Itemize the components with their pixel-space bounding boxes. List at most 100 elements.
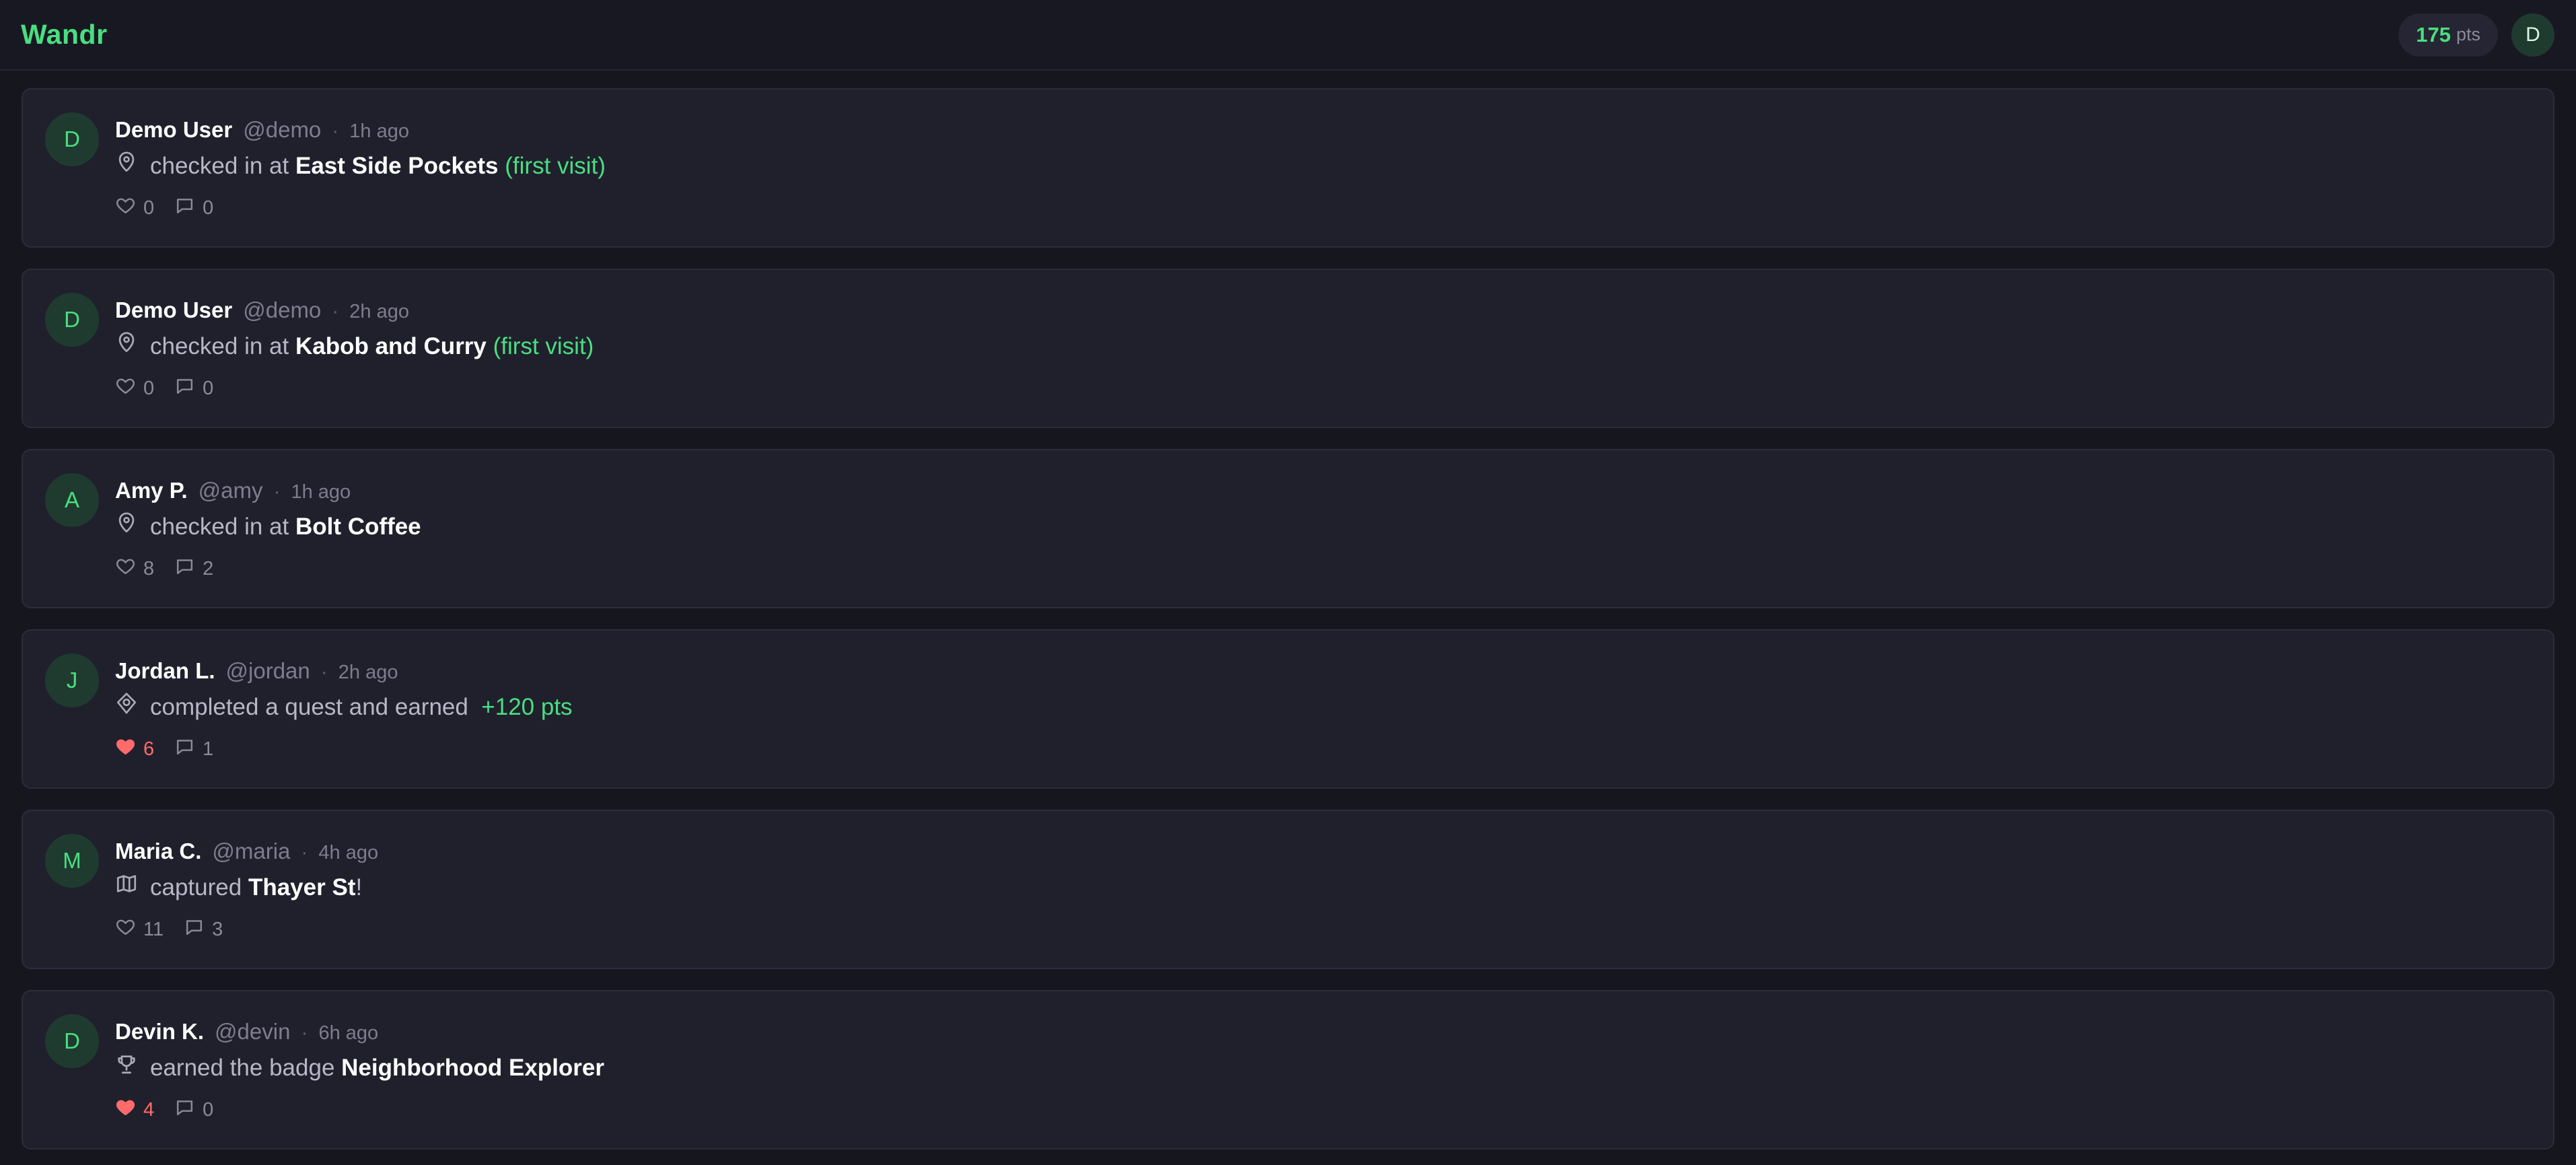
user-name[interactable]: Demo User: [115, 293, 232, 328]
activity-text: captured: [150, 874, 242, 901]
feed-card[interactable]: A Amy P. @amy · 1h ago checked in at Bolt Cof…: [22, 449, 2554, 608]
like-count: 0: [143, 197, 155, 219]
app-logo[interactable]: Wandr: [21, 19, 108, 50]
like-button[interactable]: 8: [115, 556, 154, 582]
points-unit: pts: [2456, 24, 2480, 44]
card-body: Demo User @demo · 1h ago checked in at East …: [115, 112, 2526, 230]
comment-icon: [174, 736, 203, 763]
comment-count: 2: [203, 557, 214, 579]
user-name[interactable]: Jordan L.: [115, 654, 215, 689]
like-count: 0: [143, 377, 155, 399]
activity-highlight[interactable]: Kabob and Curry: [295, 333, 487, 360]
avatar[interactable]: D: [45, 1014, 99, 1068]
feed-card[interactable]: D Devin K. @devin · 6h ago earned the badge N…: [22, 990, 2554, 1150]
activity-text: checked in at: [150, 333, 289, 359]
heart-icon: [115, 376, 143, 402]
post-header: Jordan L. @jordan · 2h ago: [115, 654, 2526, 689]
activity-highlight[interactable]: East Side Pockets: [295, 153, 499, 180]
timestamp: 4h ago: [318, 842, 379, 863]
user-name[interactable]: Maria C.: [115, 834, 201, 869]
separator-dot: ·: [332, 300, 339, 322]
post-header: Amy P. @amy · 1h ago: [115, 473, 2526, 508]
user-handle[interactable]: @amy: [199, 473, 263, 508]
card-body: Jordan L. @jordan · 2h ago completed a quest…: [115, 654, 2526, 771]
post-actions: 11 3: [115, 908, 2526, 951]
avatar[interactable]: A: [45, 473, 99, 527]
feed-card[interactable]: D Demo User @demo · 2h ago checked in at Kabo…: [22, 269, 2554, 428]
feed-card[interactable]: J Jordan L. @jordan · 2h ago completed a ques…: [22, 629, 2554, 789]
heart-filled-icon: [115, 736, 143, 763]
map-pin-icon: [115, 332, 150, 360]
trophy-icon: [115, 1055, 150, 1082]
post-actions: 40: [115, 1088, 2526, 1131]
like-button[interactable]: 0: [115, 376, 154, 402]
post-header: Maria C. @maria · 4h ago: [115, 834, 2526, 869]
separator-dot: ·: [273, 481, 281, 503]
avatar[interactable]: M: [45, 834, 99, 888]
activity-line: checked in at Bolt Coffee: [115, 508, 2526, 546]
activity-highlight[interactable]: Thayer St: [248, 874, 356, 901]
like-button[interactable]: 6: [115, 736, 154, 763]
separator-dot: ·: [301, 1022, 308, 1044]
like-button[interactable]: 0: [115, 195, 154, 221]
heart-icon: [115, 556, 143, 582]
post-actions: 82: [115, 547, 2526, 590]
timestamp: 1h ago: [291, 481, 351, 503]
comment-button[interactable]: 2: [174, 556, 213, 582]
map-pin-icon: [115, 151, 150, 180]
activity-text: checked in at: [150, 153, 289, 179]
user-handle[interactable]: @demo: [243, 112, 321, 147]
activity-highlight[interactable]: Neighborhood Explorer: [341, 1055, 604, 1082]
user-name[interactable]: Devin K.: [115, 1014, 204, 1049]
like-count: 4: [143, 1098, 155, 1121]
top-bar-actions: 175 pts D: [2398, 13, 2554, 57]
comment-icon: [184, 917, 212, 943]
comment-button[interactable]: 0: [174, 1097, 213, 1123]
post-header: Demo User @demo · 1h ago: [115, 112, 2526, 147]
comment-icon: [174, 556, 203, 582]
user-handle[interactable]: @jordan: [226, 654, 310, 689]
user-name[interactable]: Demo User: [115, 112, 232, 147]
points-badge[interactable]: 175 pts: [2398, 13, 2498, 57]
activity-line: earned the badge Neighborhood Explorer: [115, 1049, 2526, 1087]
avatar[interactable]: J: [45, 654, 99, 707]
map-icon: [115, 874, 150, 901]
avatar[interactable]: D: [45, 293, 99, 347]
card-body: Amy P. @amy · 1h ago checked in at Bolt Coff…: [115, 473, 2526, 590]
feed-card[interactable]: D Demo User @demo · 1h ago checked in at East…: [22, 88, 2554, 248]
like-button[interactable]: 4: [115, 1097, 154, 1123]
top-bar: Wandr 175 pts D: [0, 0, 2576, 71]
comment-button[interactable]: 3: [184, 917, 223, 943]
timestamp: 2h ago: [338, 662, 398, 683]
card-body: Demo User @demo · 2h ago checked in at Kabob…: [115, 293, 2526, 410]
user-avatar[interactable]: D: [2511, 13, 2554, 57]
activity-suffix: (first visit): [505, 153, 606, 179]
comment-count: 0: [203, 377, 214, 399]
comment-count: 0: [203, 1098, 214, 1121]
comment-button[interactable]: 0: [174, 195, 213, 221]
comment-button[interactable]: 1: [174, 736, 213, 763]
timestamp: 2h ago: [349, 301, 409, 322]
points-value: 175: [2416, 22, 2451, 46]
comment-icon: [174, 195, 203, 221]
activity-suffix: (first visit): [493, 333, 594, 359]
user-handle[interactable]: @devin: [215, 1014, 290, 1049]
like-button[interactable]: 11: [115, 917, 164, 943]
feed-card[interactable]: M Maria C. @maria · 4h ago captured Thayer St…: [22, 810, 2554, 969]
user-handle[interactable]: @demo: [243, 293, 321, 328]
user-name[interactable]: Amy P.: [115, 473, 188, 508]
activity-line: completed a quest and earned +120 pts: [115, 689, 2526, 726]
like-count: 6: [143, 738, 155, 760]
post-header: Devin K. @devin · 6h ago: [115, 1014, 2526, 1049]
post-actions: 00: [115, 367, 2526, 410]
activity-highlight[interactable]: Bolt Coffee: [295, 514, 421, 540]
timestamp: 1h ago: [349, 120, 409, 142]
activity-text: checked in at: [150, 514, 289, 540]
activity-line: checked in at Kabob and Curry (first vis…: [115, 328, 2526, 365]
separator-dot: ·: [320, 661, 328, 683]
user-handle[interactable]: @maria: [212, 834, 290, 869]
avatar[interactable]: D: [45, 112, 99, 166]
activity-line: captured Thayer St!: [115, 869, 2526, 907]
comment-button[interactable]: 0: [174, 376, 213, 402]
map-pin-icon: [115, 512, 150, 540]
